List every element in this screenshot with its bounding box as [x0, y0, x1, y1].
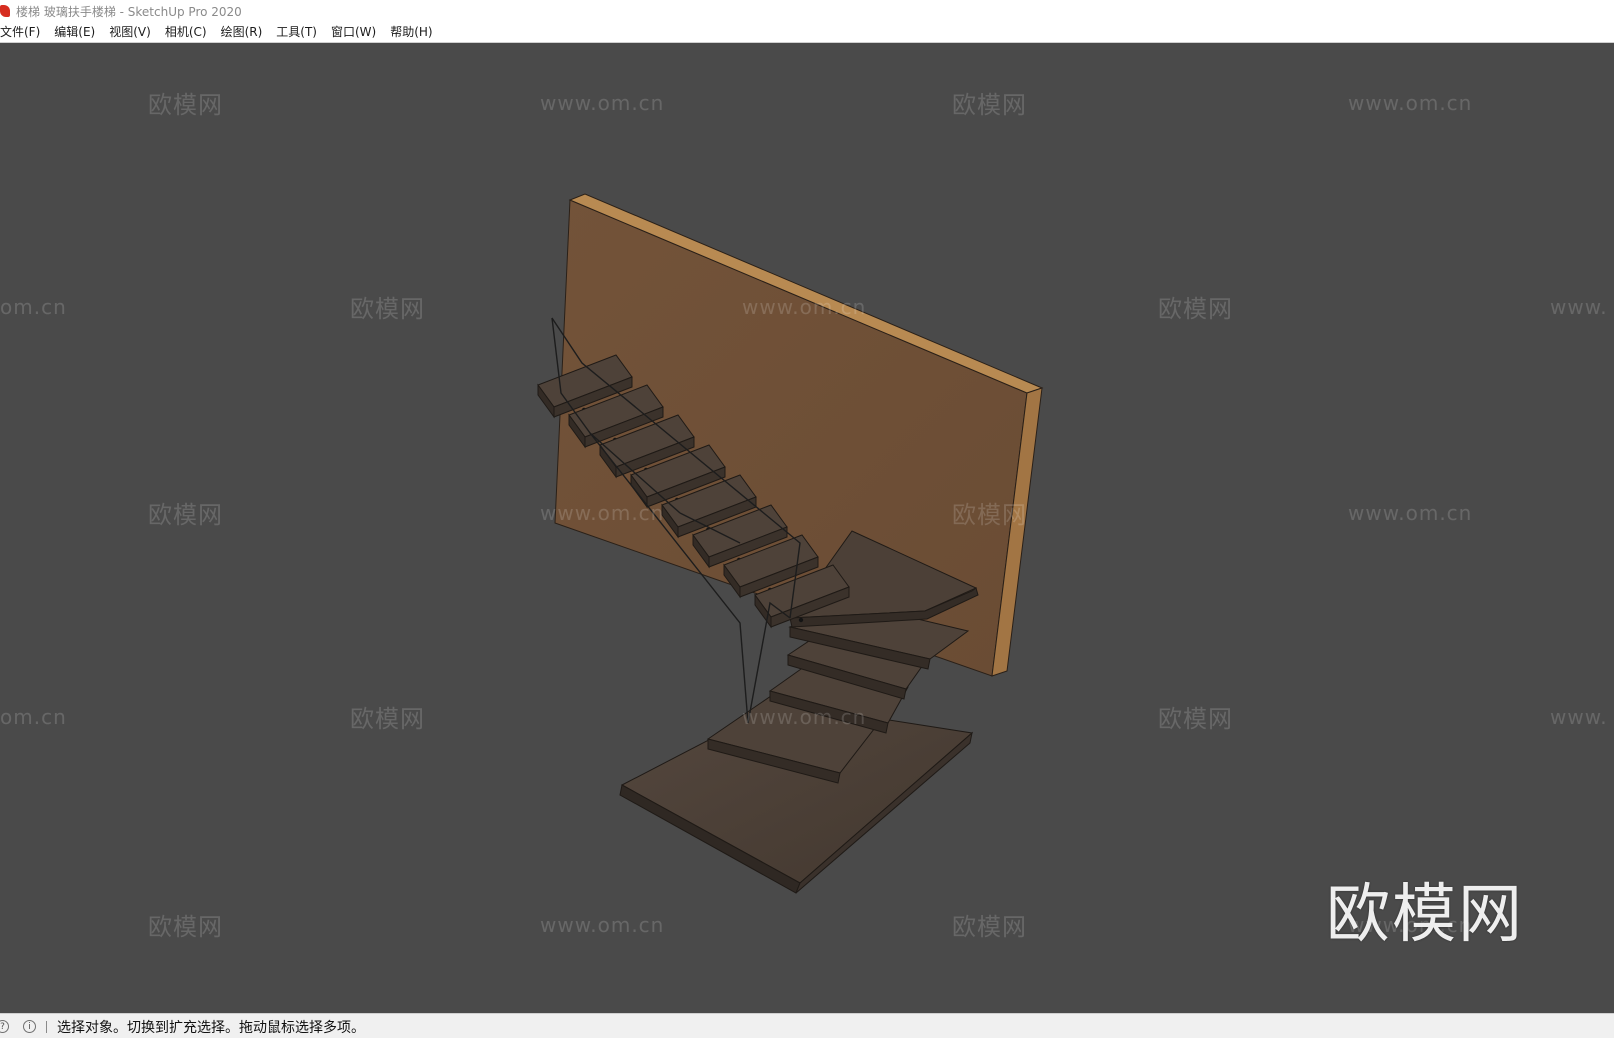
watermark-brand: 欧模网	[350, 705, 425, 733]
status-message: 选择对象。切换到扩充选择。拖动鼠标选择多项。	[57, 1019, 365, 1036]
menu-tools[interactable]: 工具(T)	[269, 22, 324, 42]
watermark-url: www.om.cn	[742, 705, 867, 729]
menu-window[interactable]: 窗口(W)	[324, 22, 383, 42]
menu-draw[interactable]: 绘图(R)	[214, 22, 270, 42]
status-divider	[46, 1020, 47, 1033]
watermark-brand: 欧模网	[952, 913, 1027, 941]
watermark-brand: 欧模网	[1158, 705, 1233, 733]
watermark-url-fragment: www.	[1550, 705, 1608, 729]
watermark-url: www.om.cn	[540, 501, 665, 525]
status-bar: ? i 选择对象。切换到扩充选择。拖动鼠标选择多项。	[0, 1013, 1614, 1038]
watermark-url-fragment: om.cn	[0, 705, 67, 729]
menu-camera[interactable]: 相机(C)	[158, 22, 214, 42]
menu-help[interactable]: 帮助(H)	[383, 22, 439, 42]
watermark-brand: 欧模网	[148, 501, 223, 529]
watermark-brand: 欧模网	[952, 91, 1027, 119]
watermark-url: www.om.cn	[540, 913, 665, 937]
watermark-url: www.om.cn	[1348, 91, 1473, 115]
watermark-brand: 欧模网	[148, 913, 223, 941]
watermark-url: www.om.cn	[1348, 501, 1473, 525]
watermark-url: www.om.cn	[742, 295, 867, 319]
railing-bolt	[798, 617, 804, 623]
info-icon[interactable]: i	[23, 1020, 36, 1033]
watermark-url: www.om.cn	[540, 91, 665, 115]
watermark-brand: 欧模网	[1158, 295, 1233, 323]
watermark-url-fragment: www.	[1550, 295, 1608, 319]
sketchup-window: 楼梯 玻璃扶手楼梯 - SketchUp Pro 2020 文件(F) 编辑(E…	[0, 0, 1614, 1038]
menu-file[interactable]: 文件(F)	[0, 22, 47, 42]
watermark-url-fragment: om.cn	[0, 295, 67, 319]
menu-edit[interactable]: 编辑(E)	[47, 22, 102, 42]
title-bar: 楼梯 玻璃扶手楼梯 - SketchUp Pro 2020	[0, 0, 1614, 22]
menu-view[interactable]: 视图(V)	[102, 22, 158, 42]
geo-location-icon[interactable]: ?	[0, 1020, 9, 1033]
watermark-brand: 欧模网	[952, 501, 1027, 529]
watermark-brand: 欧模网	[148, 91, 223, 119]
sketchup-logo-icon	[0, 5, 10, 17]
watermark-brand-large: 欧模网	[1326, 878, 1524, 952]
menu-bar: 文件(F) 编辑(E) 视图(V) 相机(C) 绘图(R) 工具(T) 窗口(W…	[0, 22, 1614, 43]
watermark-brand: 欧模网	[350, 295, 425, 323]
window-title: 楼梯 玻璃扶手楼梯 - SketchUp Pro 2020	[16, 4, 242, 19]
model-viewport[interactable]: 欧模网 www.om.cn 欧模网 www.om.cn om.cn 欧模网 ww…	[0, 43, 1614, 1013]
